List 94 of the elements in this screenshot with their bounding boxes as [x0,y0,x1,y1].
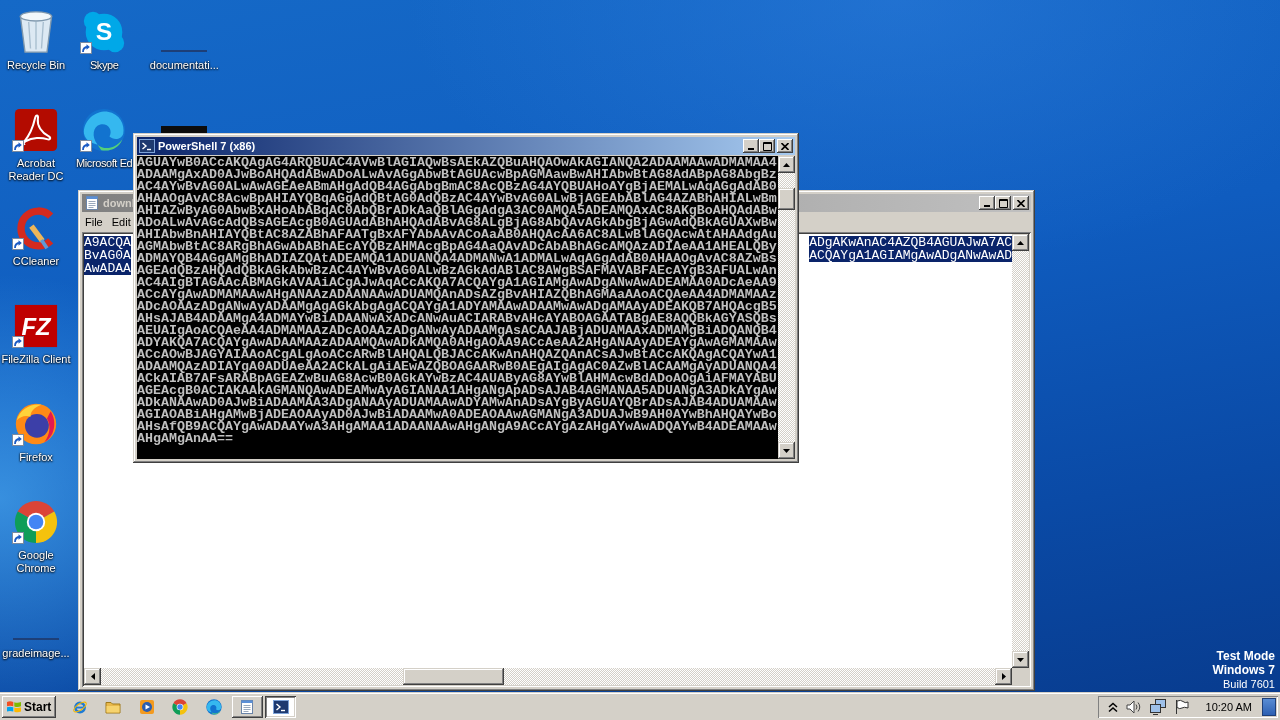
console-line: ADMAYQB4AGgAMgBhADIAZQAtADEAMQA1ADUANQA4ADMANwA1ADMALwAqAGgAdAB0AHAAOgAvAC8AZwBs [137,253,777,265]
taskbar-button[interactable] [231,696,263,718]
chrome-logo-icon [172,699,188,715]
maximize-button[interactable] [995,196,1011,210]
media-player-icon [138,699,155,715]
start-button[interactable]: Start [2,696,56,718]
close-icon [781,142,789,150]
maximize-icon [762,141,772,151]
console-line: ACkAIAB7AFsARABpAGEAZwBuAG8AcwB0AGkAYwBzAC4AUAByAG8AYwBlAHMAcwBdADoAOgAiAFMAYABU [137,373,777,385]
minimize-icon [984,205,990,207]
chevron-up-icon[interactable] [1107,701,1118,713]
console-line: AHgAMgAnAA== [137,433,233,445]
console-line: AC4AYwBvAG0ALwAwAGEAeABmAHgAdQB4AGgAbgBmAC8AcQBzAG4AYQBUAHoAYgBjAEMALwAqAGgAdAB0 [137,181,777,193]
console-line: AGUAYwB0ACcAKQAgAG4ARQBUAC4AVwBlAGIAQwBsAEkAZQBuAHQAOwAkAGIANQA2ADAAMAAwADMAMAA4 [137,157,777,169]
network-icon[interactable] [1149,699,1166,715]
icon-label[interactable]: FileZilla Client [1,353,71,366]
console-line: ADYAKQA7ACQAYgAwADAAMAAzADAAMQAwADkAMQA0AHgAOAA9ACcAeAA2AHgANAAyADEAYgAwAGMAMAAw [137,337,777,349]
chrome-logo-icon[interactable] [14,500,58,544]
caret-up-icon [783,162,790,167]
notice-text: Build 7601 [1223,677,1275,691]
notepad-icon [84,195,100,211]
flag-icon[interactable] [1173,699,1190,715]
console-line: AHsAJAB4ADAAMgA4ADMAYwBiADAANwAxADcANwAuACIARABvAHcAYABOAGAATABgAE8AQQBkAGYASQBs [137,313,777,325]
close-button[interactable] [1013,196,1029,210]
console-line: AHsAfQB9ACQAYgAwADAAYwA3AHgAMAA1ADAANAAwAHgANgA9ACcAYgAzAHgAYwAwADQAYwB4ADEAMAAw [137,421,777,433]
icon-label[interactable]: CCleaner [12,255,60,268]
console-line: ADAAMgAxAD0AJwBoAHQAdABwADoALwAvAGgAbwBtAGUAcwBpAGMAawBwAHIAbwBtAG8AdABpAG8AbgBz [137,169,777,181]
notice-text: Test Mode [1216,649,1275,663]
icon-label[interactable]: Skype [89,59,119,72]
firefox-logo-icon[interactable] [14,402,58,446]
console-line: AC4AIgBTAGAAcABMAGkAVAAiACgAJwAqACcAKQA7ACQAYgA1AGIAMgAwADgANwAwADEAMAA0ADcAeAA9 [137,277,777,289]
taskbar-button[interactable] [265,696,296,718]
edge-logo-icon[interactable] [82,108,127,152]
console-line: AGIAOABiAHgAMwBjADEAOAAyAD0AJwBiADAAMwA0ADEAOAAwAGMANgA3ADUAJwB9AH0AYwBhAHQAYwBo [137,409,777,421]
console-line: AGEAdQBzAHQAdQBkAGkAbwBzAC4AYwBvAG0ALwBzAGkAdABlAC8AWgBSAFMAVABFAEcAYgB3AFUALwAn [137,265,777,277]
scroll-up-button[interactable] [1012,234,1029,251]
scrollbar-thumb[interactable] [403,668,504,685]
icon-label[interactable]: Google Chrome [0,549,72,575]
browser-e-icon [71,699,88,715]
icon-label[interactable]: Acrobat Reader DC [0,157,72,183]
caret-left-icon [90,673,95,680]
scroll-down-button[interactable] [778,442,795,459]
caret-up-icon [1017,240,1024,245]
minimize-icon [748,148,754,150]
minimize-button[interactable] [743,139,759,153]
console-line: AHIAZwByAG0AbwBxAHoAbABqAC0AbQBrADkAaQBlAGgAdgA3AC0AMQA5ADEAMQAxAC8AKgBoAHQAdABw [137,205,777,217]
scrollbar-corner [1012,668,1029,685]
menu-item[interactable]: Edit [110,213,132,230]
icon-label[interactable]: documentati... [149,59,219,72]
folder-icon [105,699,121,715]
scroll-up-button[interactable] [778,156,795,173]
notice-text: Windows 7 [1212,663,1275,677]
close-button[interactable] [777,139,793,153]
icon-label[interactable]: Microsoft Ed [76,157,133,170]
scrollbar[interactable] [778,156,795,459]
scroll-left-button[interactable] [84,668,101,685]
acrobat-logo-icon[interactable] [14,108,58,152]
caret-down-icon [783,448,790,453]
icon-label[interactable]: gradeimage... [2,647,70,660]
scrollbar[interactable] [84,668,1012,685]
console-line: AHAAOgAvAC8AcwBpAHIAYQBqAGgAdQBtAG0AdQBzAC4AYwBvAG0ALwBjAGEAbABlAG4AZABhAHIALwBm [137,193,777,205]
scroll-right-button[interactable] [995,668,1012,685]
console-line: ADkANAAwAD0AJwBiADAAMAA3ADgANAAyADUAMAAwADYAMwAnADsAYgByAGUAYQBrADsAJAB4ADUAMAAw [137,397,777,409]
edge-logo-icon [205,699,222,715]
scrollbar-thumb[interactable] [778,188,795,210]
scrollbar[interactable] [1012,234,1029,668]
speaker-icon[interactable] [1125,699,1142,715]
show-desktop-button[interactable] [1262,698,1276,716]
console-line: AGEAcgB0ACIAKAAkAGMANQAwADEAMwAyAGIANAA1AHgANgApADsAJAB4AGMANAA5ADUANgA3ADkAYgAw [137,385,777,397]
console-line: ADcAOAAzADgANwAyADAAMgAgAGkAbgAgACQAYgA1ADYAMAAwADAAMwAwADgAMAAyADEAKQB7AHQAcgB5 [137,301,777,313]
minimize-button[interactable] [979,196,995,210]
console-line: ACcAOwBJAGYAIAAoACgALgAoACcARwBlAHQALQBJACcAKwAnAHQAZQAnACsAJwBtACcAKQAgACQAYwA1 [137,349,777,361]
close-icon [1017,199,1025,207]
window-title: PowerShell 7 (x86) [158,140,256,152]
console-line: ACcAYgAwADMAMAAwAHgANAAzADAANAAwADUAMQAnADsAZgBvAHIAZQBhAGMAaAAoACQAeAA4ADMAMAAz [137,289,777,301]
powershell-icon [139,138,155,154]
menu-item[interactable]: File [84,213,104,230]
clock-text: 10:20 AM [1205,701,1252,713]
powershell-icon [272,699,289,715]
notepad-icon [239,699,255,715]
console-line: ADoALwAvAGcAdQBsAGEAcgB0AGUAdABhAHQAdABvAG8ALgBjAG8AbQAvAGkAbgBjAGwAdQBkAGUAXwBw [137,217,777,229]
console-line: ADAAMQAzADIAYgA0ADUAeAA2ACkALgAiAEwAZQBOAGAARwB0AEgAIgAgAC0AZwBlACAAMgAyADUANQA4 [137,361,777,373]
icon-label[interactable]: Firefox [19,451,53,464]
icon-label[interactable]: Recycle Bin [6,59,66,72]
filezilla-logo-icon[interactable]: FZ [14,304,58,348]
console-line: AHIAbwBnAHIAYQBtAC8AZABhAFAATgBxAFYAbAAvACoAaAB0AHQAcAA6AC8ALwBlAGQAcwAtAHAAdgAu [137,229,777,241]
maximize-icon [998,198,1008,208]
caret-down-icon [1017,657,1024,662]
scroll-down-button[interactable] [1012,651,1029,668]
console-line: AGMAbwBtAC8ARgBhAGwAbABhAEcAYQBzAHMAcgBpAG4AaQAvADcAbABhAGcAMQAzADIAeAA1AHEALQBy [137,241,777,253]
caret-right-icon [1001,673,1006,680]
console-line: AEUAIgAoACQAeAA4ADMAMAAzADcAOAAzADgANwAyADAAMgAsACAAJABjADUAMAAxADMAMgBiADQANQB4 [137,325,777,337]
windows-logo-icon [6,699,22,715]
maximize-button[interactable] [759,139,775,153]
